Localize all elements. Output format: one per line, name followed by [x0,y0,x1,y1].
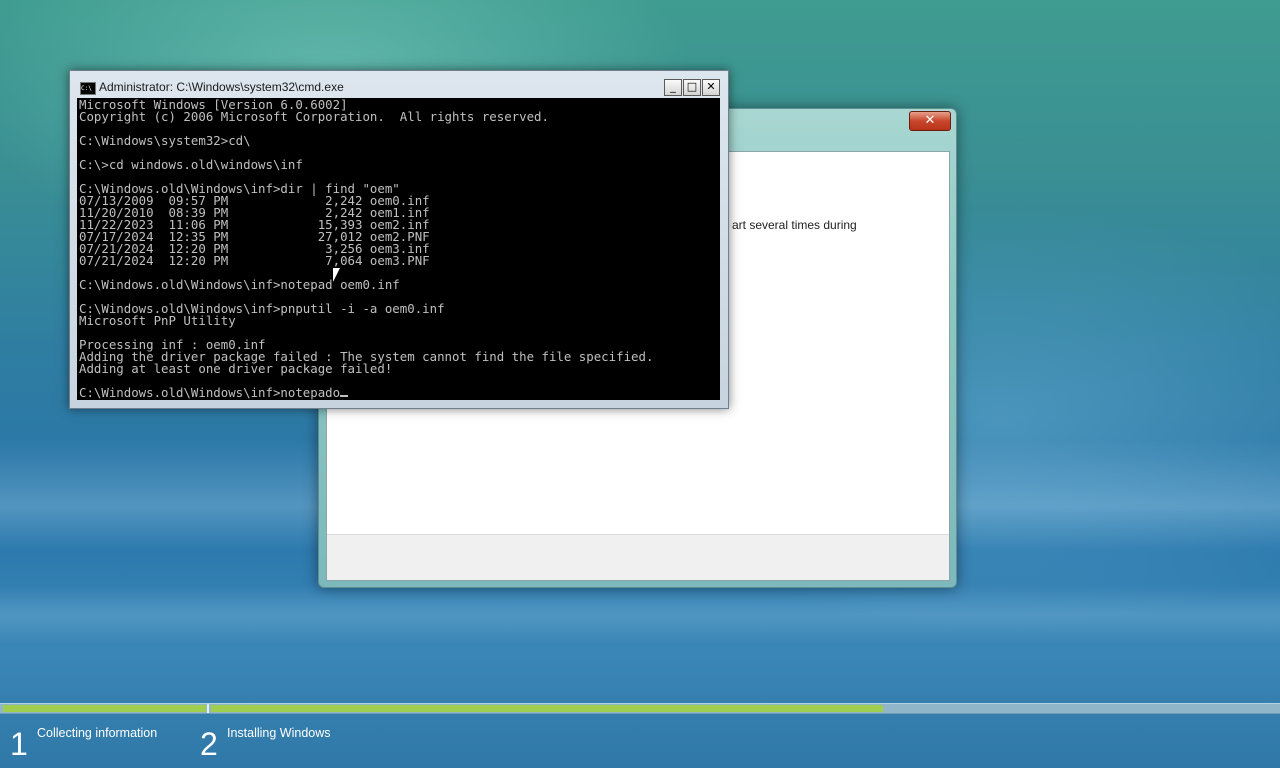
console-area[interactable]: Microsoft Windows [Version 6.0.6002] Cop… [77,98,720,400]
progress-step1-fill [3,705,206,712]
cmd-icon: C:\ [80,82,96,95]
cmd-titlebar[interactable]: C:\ Administrator: C:\Windows\system32\c… [70,71,728,97]
progress-step2-fill [211,705,883,712]
close-button[interactable]: ✕ [702,79,720,96]
setup-footer [327,534,949,580]
background-light-streak [0,585,1280,645]
console-output: Microsoft Windows [Version 6.0.6002] Cop… [79,98,654,400]
setup-progress-bar [0,703,1280,714]
progress-divider [207,704,209,713]
setup-info-text: art several times during [732,218,857,232]
minimize-button[interactable]: _ [664,79,682,96]
step-number: 2 [200,726,218,762]
text-cursor [340,395,349,397]
setup-close-button[interactable]: ✕ [909,111,951,131]
mouse-pointer-icon [333,268,340,282]
step-label: Collecting information [37,726,158,740]
cmd-window[interactable]: C:\ Administrator: C:\Windows\system32\c… [69,70,729,409]
step-label: Installing Windows [227,726,331,740]
step-number: 1 [10,726,28,762]
cmd-window-title: Administrator: C:\Windows\system32\cmd.e… [99,80,344,94]
maximize-button[interactable]: □ [683,79,701,96]
window-controls: _ □ ✕ [664,79,720,96]
